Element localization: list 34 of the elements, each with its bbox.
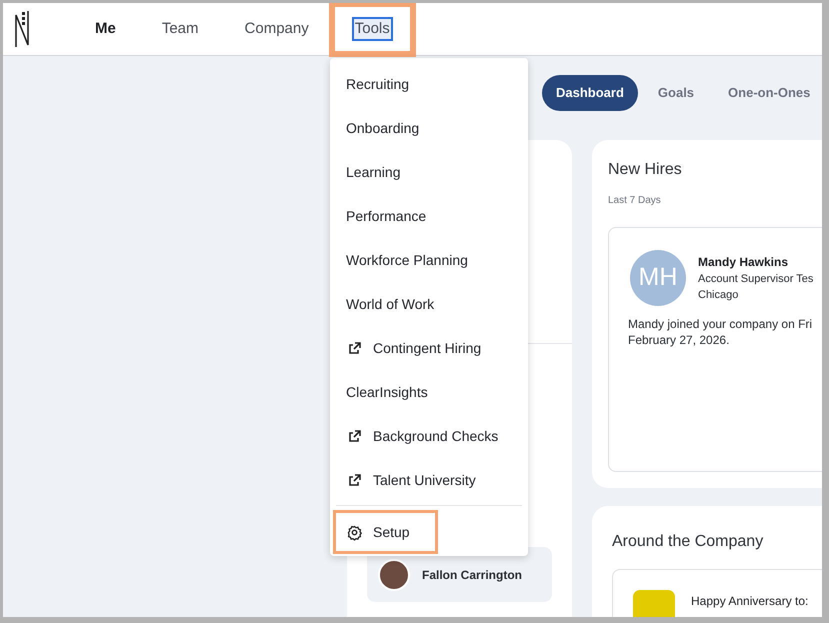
menu-item[interactable]: Recruiting <box>330 62 528 106</box>
menu-item[interactable]: Performance <box>330 194 528 238</box>
menu-item[interactable]: ClearInsights <box>330 370 528 414</box>
external-link-icon <box>346 340 363 356</box>
join-date: February 27, 2026. <box>628 332 730 349</box>
anniversary-text: Happy Anniversary to: <box>691 593 808 610</box>
settings-icon <box>346 524 363 540</box>
person-name: Mandy Hawkins <box>698 254 790 271</box>
tab[interactable]: Dashboard <box>542 75 638 111</box>
menu-item[interactable]: World of Work <box>330 282 528 326</box>
location: Chicago <box>698 288 740 304</box>
menu-item[interactable]: Workforce Planning <box>330 238 528 282</box>
tab[interactable]: One-on-Ones <box>714 75 822 111</box>
hire-card[interactable]: MH Mandy Hawkins Account Supervisor Tes Chicago Mandy joined your company on Fri February 27, 2026. <box>608 227 822 472</box>
menu-item[interactable]: Contingent Hiring <box>330 326 528 370</box>
external-link-icon <box>346 428 363 444</box>
join-message: Mandy joined your company on Fri <box>628 316 814 332</box>
menu-item[interactable]: Talent University <box>330 458 528 502</box>
menu-item[interactable]: Learning <box>330 150 528 194</box>
nav-tab[interactable]: Company <box>222 4 332 54</box>
tab[interactable]: Goals <box>644 75 708 111</box>
card-subtitle: Last 7 Days <box>608 194 662 208</box>
initials-avatar: MH <box>630 250 686 306</box>
nav-tab[interactable]: Tools <box>332 4 413 54</box>
person-name: Fallon Carrington <box>422 566 522 584</box>
nav-tab[interactable]: Team <box>138 4 222 54</box>
photo-placeholder <box>378 558 410 590</box>
external-link-icon <box>346 472 363 488</box>
card-title: Around the Company <box>612 532 764 552</box>
menu-item[interactable]: Onboarding <box>330 106 528 150</box>
nav-tab[interactable]: Me <box>72 4 139 54</box>
menu-item[interactable]: Background Checks <box>330 414 528 458</box>
card-title: New Hires <box>608 160 683 180</box>
job-title: Account Supervisor Tes <box>698 272 814 287</box>
